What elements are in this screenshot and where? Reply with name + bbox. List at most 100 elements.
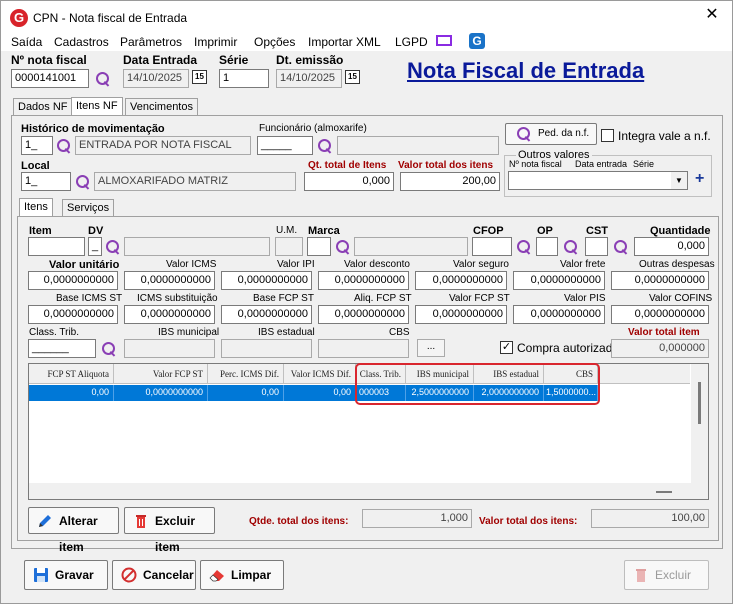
excluir-button[interactable]: Excluir — [624, 560, 709, 590]
grid-cell[interactable]: 0,00 — [208, 385, 284, 401]
valor-seguro-input[interactable]: 0,0000000000 — [415, 271, 507, 290]
menu-importar-xml[interactable]: Importar XML — [308, 35, 381, 49]
search-historico-icon[interactable] — [56, 138, 72, 154]
ellipsis-button[interactable]: ... — [417, 339, 445, 357]
qtde-total-field: 1,000 — [362, 509, 472, 528]
search-marca-icon[interactable] — [335, 239, 351, 255]
search-class-trib-icon[interactable] — [101, 341, 117, 357]
chevron-down-icon[interactable]: ▼ — [671, 172, 687, 189]
local-code-input[interactable]: 1_ — [21, 172, 71, 191]
search-local-icon[interactable] — [75, 174, 91, 190]
valor-frete-input[interactable]: 0,0000000000 — [513, 271, 605, 290]
funcionario-label: Funcionário (almoxarife) — [259, 123, 367, 134]
subtab-itens[interactable]: Itens — [19, 198, 53, 217]
outros-valores-select[interactable] — [508, 171, 688, 190]
outras-despesas-input[interactable]: 0,0000000000 — [611, 271, 709, 290]
calendar-icon[interactable]: 15 — [192, 70, 207, 84]
menu-imprimir[interactable]: Imprimir — [194, 35, 237, 49]
grid-header[interactable]: Perc. ICMS Dif. — [208, 364, 284, 384]
grid-header[interactable]: Valor ICMS Dif. — [284, 364, 356, 384]
valor-desconto-input[interactable]: 0,0000000000 — [318, 271, 409, 290]
marca-input[interactable] — [307, 237, 331, 256]
grid-vertical-scrollbar[interactable] — [691, 364, 708, 483]
valor-total-itens-label: Valor total dos itens: — [479, 516, 578, 527]
trash-icon — [136, 515, 146, 528]
outros-col-serie: Série — [633, 159, 655, 169]
outras-despesas-label: Outras despesas — [639, 259, 715, 270]
search-nf-icon[interactable] — [95, 71, 111, 87]
valor-seguro-label: Valor seguro — [453, 259, 509, 270]
valor-cofins-input[interactable]: 0,0000000000 — [611, 305, 709, 324]
funcionario-input[interactable]: _____ — [257, 136, 313, 155]
search-cst-icon[interactable] — [613, 239, 629, 255]
tab-itens-nf[interactable]: Itens NF — [71, 97, 123, 116]
dv-input[interactable]: _ — [88, 237, 102, 256]
menu-opcoes[interactable]: Opções — [254, 35, 295, 49]
gravar-button[interactable]: Gravar — [24, 560, 108, 590]
aliq-fcp-st-input[interactable]: 0,0000000000 — [318, 305, 409, 324]
search-funcionario-icon[interactable] — [317, 138, 333, 154]
cbs-label: CBS — [389, 327, 410, 338]
monitor-icon[interactable] — [436, 35, 452, 46]
menu-saida[interactable]: Saída — [11, 35, 42, 49]
op-input[interactable] — [536, 237, 558, 256]
serie-input[interactable]: 1 — [219, 69, 269, 88]
grid-header[interactable]: FCP ST Aliquota — [29, 364, 114, 384]
calendar-icon[interactable]: 15 — [345, 70, 360, 84]
cancelar-button[interactable]: Cancelar — [112, 560, 196, 590]
pencil-icon — [39, 515, 51, 527]
valor-pis-label: Valor PIS — [564, 293, 606, 304]
funcionario-desc-field — [337, 136, 499, 155]
compra-autorizada-checkbox[interactable]: ✓ — [500, 341, 513, 354]
alterar-item-button[interactable]: Alterar item — [28, 507, 119, 554]
grid-cell[interactable]: 0,0000000000 — [114, 385, 208, 401]
close-button[interactable]: ✕ — [702, 5, 722, 25]
h-scrollbar-thumb[interactable] — [656, 491, 672, 493]
limpar-button[interactable]: Limpar — [200, 560, 284, 590]
add-icon[interactable]: + — [695, 170, 704, 188]
valor-fcp-st-input[interactable]: 0,0000000000 — [415, 305, 507, 324]
item-input[interactable] — [28, 237, 85, 256]
tab-vencimentos[interactable]: Vencimentos — [125, 98, 198, 116]
grid-cell[interactable]: 0,00 — [29, 385, 114, 401]
subtab-servicos[interactable]: Serviços — [62, 199, 115, 217]
base-icms-st-input[interactable]: 0,0000000000 — [28, 305, 118, 324]
base-fcp-st-input[interactable]: 0,0000000000 — [221, 305, 312, 324]
valor-pis-input[interactable]: 0,0000000000 — [513, 305, 605, 324]
nf-number-input[interactable]: 0000141001 — [11, 69, 89, 88]
ibs-estadual-field — [221, 339, 312, 358]
icms-substituicao-input[interactable]: 0,0000000000 — [124, 305, 215, 324]
data-entrada-input[interactable]: 14/10/2025 — [123, 69, 189, 88]
menu-parametros[interactable]: Parâmetros — [120, 35, 182, 49]
tab-dados-nf[interactable]: Dados NF — [13, 98, 73, 116]
item-desc-field — [124, 237, 270, 256]
grid-horizontal-scrollbar[interactable] — [29, 483, 708, 499]
menu-cadastros[interactable]: Cadastros — [54, 35, 109, 49]
valor-unitario-input[interactable]: 0,0000000000 — [28, 271, 118, 290]
cst-input[interactable] — [585, 237, 608, 256]
dt-emissao-input[interactable]: 14/10/2025 — [276, 69, 342, 88]
base-fcp-st-label: Base FCP ST — [253, 293, 314, 304]
ibs-estadual-label: IBS estadual — [258, 327, 315, 338]
valor-ipi-input[interactable]: 0,0000000000 — [221, 271, 312, 290]
search-icon — [516, 126, 532, 142]
cancelar-label: Cancelar — [143, 568, 194, 582]
scrollbar-thumb[interactable] — [698, 382, 701, 424]
valor-total-itens-field: 100,00 — [591, 509, 709, 528]
class-trib-input[interactable]: ______ — [28, 339, 96, 358]
valor-icms-input[interactable]: 0,0000000000 — [124, 271, 215, 290]
search-op-icon[interactable] — [563, 239, 579, 255]
grid-cell[interactable]: 0,00 — [284, 385, 356, 401]
quantidade-input[interactable]: 0,000 — [634, 237, 709, 256]
ped-nf-button[interactable]: Ped. da n.f. — [505, 123, 597, 145]
historico-code-input[interactable]: 1_ — [21, 136, 53, 155]
search-cfop-icon[interactable] — [516, 239, 532, 255]
grid-header[interactable]: Valor FCP ST — [114, 364, 208, 384]
cfop-input[interactable] — [472, 237, 512, 256]
integra-vale-checkbox[interactable] — [601, 129, 614, 142]
local-label: Local — [21, 160, 50, 172]
search-item-icon[interactable] — [105, 239, 121, 255]
excluir-item-button[interactable]: Excluir item — [124, 507, 215, 554]
menu-lgpd[interactable]: LGPD — [395, 35, 428, 49]
g-app-icon[interactable]: G — [469, 33, 485, 49]
